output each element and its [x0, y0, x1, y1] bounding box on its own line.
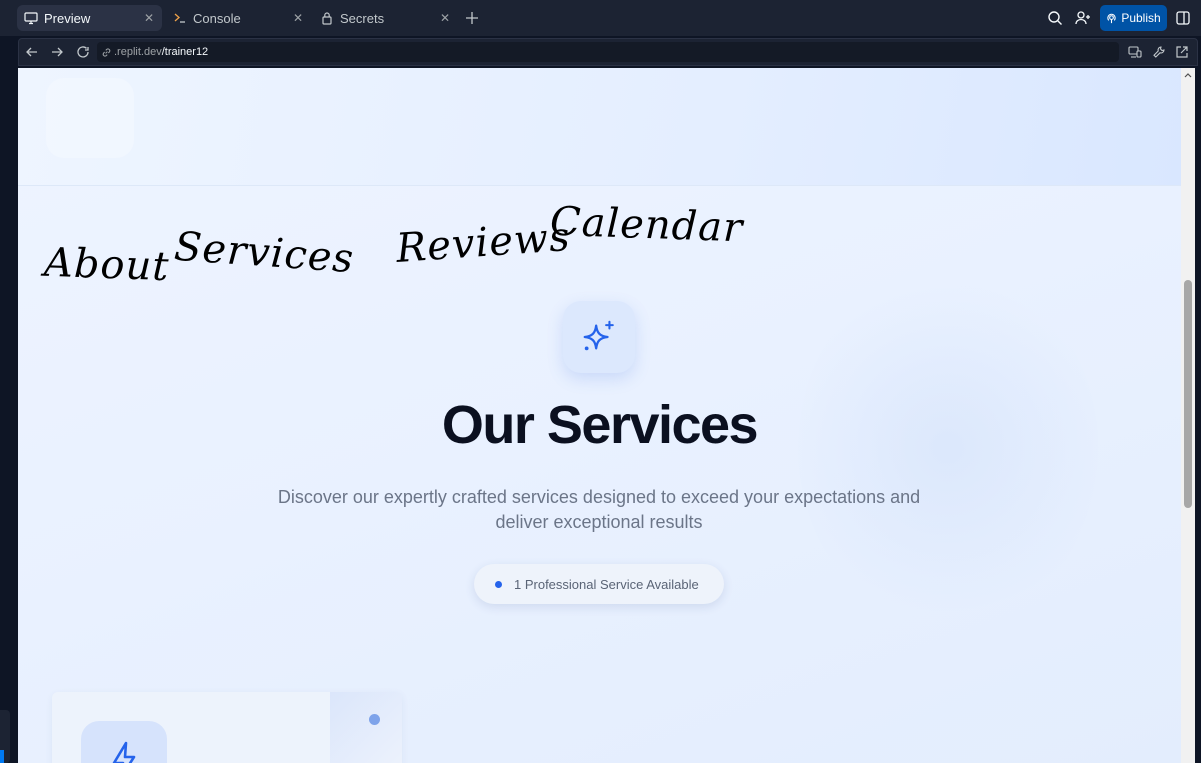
- section-title: Our Services: [441, 395, 759, 455]
- forward-button[interactable]: [50, 45, 64, 59]
- handwritten-calendar: Calendar: [549, 198, 745, 252]
- handwritten-about: About: [43, 239, 171, 291]
- tab-console[interactable]: Console ✕: [166, 5, 311, 31]
- search-button[interactable]: [1047, 10, 1063, 26]
- status-dot: [495, 580, 502, 588]
- page-scrollbar[interactable]: [1181, 68, 1195, 763]
- plus-icon: [466, 12, 478, 24]
- url-host: .replit.dev: [114, 46, 162, 58]
- address-bar: .replit.dev/trainer12: [18, 38, 1198, 66]
- external-link-icon: [1176, 46, 1188, 58]
- tab-preview[interactable]: Preview ✕: [17, 5, 162, 31]
- workspace-tab-bar: Preview ✕ Console ✕ Secrets ✕ Publish: [0, 0, 1201, 36]
- ghost-card: [46, 78, 134, 158]
- terminal-icon: [173, 11, 187, 25]
- card-icon-box: [81, 721, 167, 763]
- split-panel-button[interactable]: [1175, 10, 1191, 26]
- reload-button[interactable]: [76, 45, 90, 59]
- reload-icon: [77, 46, 89, 58]
- card-corner-decoration: [330, 692, 402, 763]
- forward-arrow-icon: [52, 47, 63, 57]
- lightning-icon: [112, 741, 136, 763]
- close-icon[interactable]: ✕: [142, 11, 156, 25]
- invite-user-icon: [1075, 11, 1090, 25]
- card-dot: [369, 714, 380, 725]
- devices-icon: [1128, 46, 1142, 58]
- section-subtitle: Discover our expertly crafted services d…: [277, 487, 921, 532]
- handwritten-services: Services: [172, 223, 356, 283]
- side-panel-indicator: [0, 750, 4, 763]
- lock-icon: [320, 11, 334, 25]
- services-badge: [563, 301, 635, 373]
- hero-band: [18, 68, 1181, 186]
- wrench-icon: [1153, 46, 1165, 58]
- handwritten-reviews: Reviews: [394, 213, 573, 273]
- url-path: /trainer12: [161, 46, 209, 58]
- devices-button[interactable]: [1128, 45, 1142, 59]
- split-panel-icon: [1176, 11, 1190, 25]
- publish-button[interactable]: Publish: [1100, 5, 1167, 31]
- service-count-text: 1 Professional Service Available: [514, 576, 699, 592]
- link-icon: [102, 47, 111, 57]
- handwritten-nav: About Services Reviews Calendar: [18, 186, 778, 296]
- url-input[interactable]: .replit.dev/trainer12: [97, 42, 1119, 62]
- scroll-thumb[interactable]: [1184, 280, 1192, 508]
- publish-label: Publish: [1121, 11, 1161, 25]
- back-arrow-icon: [26, 47, 37, 57]
- monitor-icon: [24, 11, 38, 25]
- tab-preview-label: Preview: [44, 10, 91, 26]
- service-card[interactable]: [52, 692, 402, 763]
- invite-user-button[interactable]: [1075, 10, 1091, 26]
- open-new-tab-button[interactable]: [1175, 45, 1189, 59]
- back-button[interactable]: [25, 45, 39, 59]
- devtools-button[interactable]: [1152, 45, 1166, 59]
- publish-icon: [1107, 13, 1117, 23]
- close-icon[interactable]: ✕: [438, 11, 452, 25]
- tab-secrets-label: Secrets: [340, 10, 385, 26]
- scroll-up-icon: [1184, 73, 1192, 78]
- search-icon: [1048, 11, 1062, 25]
- tab-console-label: Console: [193, 10, 241, 26]
- preview-viewport: About Services Reviews Calendar Our Serv…: [18, 68, 1181, 763]
- close-icon[interactable]: ✕: [291, 11, 305, 25]
- service-count-badge: 1 Professional Service Available: [474, 564, 724, 604]
- sparkle-icon: [583, 320, 614, 351]
- tab-secrets[interactable]: Secrets ✕: [313, 5, 458, 31]
- add-tab-button[interactable]: [463, 9, 481, 27]
